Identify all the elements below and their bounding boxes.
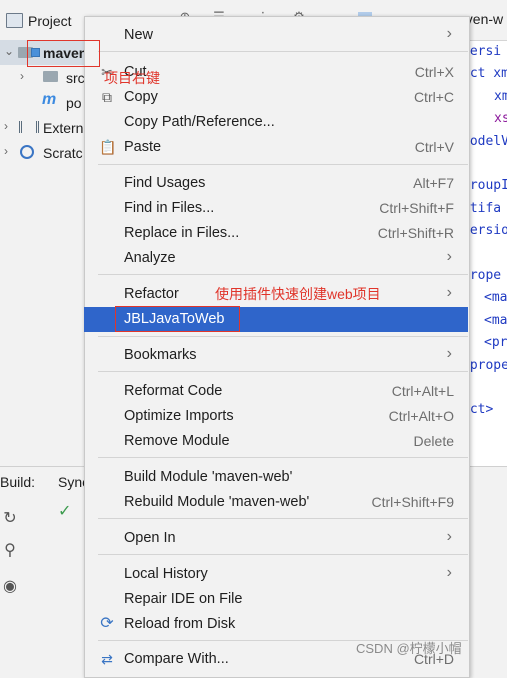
menu-label: Find Usages [124,175,206,191]
menu-label: Refactor [124,286,179,302]
menu-label: Repair IDE on File [124,591,243,607]
menu-item-reformat-code[interactable]: Reformat Code Ctrl+Alt+L [84,379,468,404]
menu-item-remove-module[interactable]: Remove Module Delete [84,429,468,454]
menu-item-new[interactable]: New › [84,23,468,48]
menu-separator [98,51,468,52]
menu-separator [98,336,468,337]
menu-item-bookmarks[interactable]: Bookmarks › [84,343,468,368]
code-line: <ma [484,312,507,328]
project-view-icon [6,13,23,28]
menu-item-find-usages[interactable]: Find Usages Alt+F7 [84,171,468,196]
menu-shortcut: Alt+F7 [413,175,454,191]
submenu-arrow-icon: › [446,345,452,362]
submenu-arrow-icon: › [446,564,452,581]
collapse-arrow-icon[interactable]: › [4,119,8,133]
menu-label: Open In [124,530,176,546]
pin-icon[interactable]: ⚲ [0,540,20,560]
menu-shortcut: Ctrl+X [414,64,454,80]
expand-arrow-icon[interactable]: ⌄ [4,44,14,58]
menu-label: Optimize Imports [124,408,234,424]
menu-shortcut: Delete [413,433,454,449]
collapse-arrow-icon[interactable]: › [4,144,8,158]
menu-item-reload-from-disk[interactable]: ⟳ Reload from Disk [84,612,468,637]
scratches-icon [20,145,34,159]
submenu-arrow-icon: › [446,248,452,265]
code-line: xs [494,111,507,127]
maven-file-icon: m [42,91,57,108]
eye-icon[interactable]: ◉ [0,576,20,596]
menu-item-local-history[interactable]: Local History › [84,562,468,587]
annotation-right-click: 项目右键 [104,70,160,86]
tree-label-scratches: Scratc [43,145,83,161]
code-line: <ma [484,290,507,306]
menu-shortcut: Ctrl+Alt+O [388,408,454,424]
watermark: CSDN @柠檬小帽 [356,641,462,656]
highlight-box-maven [27,40,100,67]
menu-item-copy-path[interactable]: Copy Path/Reference... [84,110,468,135]
menu-label: New [124,27,154,43]
menu-label: Paste [124,139,162,155]
menu-separator [98,371,468,372]
menu-label: Build Module 'maven-web' [124,469,293,485]
menu-label: Compare With... [124,651,229,667]
menu-shortcut: Ctrl+Shift+R [377,225,454,241]
menu-shortcut: Ctrl+C [413,89,454,105]
menu-label: Reload from Disk [124,616,236,632]
menu-separator [98,274,468,275]
menu-label: Replace in Files... [124,225,240,241]
menu-label: Remove Module [124,433,230,449]
menu-separator [98,457,468,458]
menu-item-repair-ide[interactable]: Repair IDE on File [84,587,468,612]
menu-label: Rebuild Module 'maven-web' [124,494,310,510]
menu-label: Find in Files... [124,200,215,216]
tree-label-pom: po [66,95,82,111]
success-check-icon: ✓ [58,503,72,520]
tree-label-external: Extern [43,120,84,136]
reload-icon: ⟳ [100,615,114,632]
submenu-arrow-icon: › [446,25,452,42]
menu-label: Local History [124,566,208,582]
copy-icon: ⧉ [102,89,112,105]
menu-label: Analyze [124,250,176,266]
tree-label-src: src [66,70,85,86]
menu-item-build-module[interactable]: Build Module 'maven-web' [84,465,468,490]
build-panel-label: Build: [0,474,36,490]
menu-shortcut: Ctrl+V [414,139,454,155]
libraries-icon [19,121,39,133]
menu-item-optimize-imports[interactable]: Optimize Imports Ctrl+Alt+O [84,404,468,429]
menu-item-copy[interactable]: ⧉ Copy Ctrl+C [84,85,468,110]
menu-item-analyze[interactable]: Analyze › [84,246,468,271]
rerun-icon[interactable]: ↻ [0,508,20,528]
submenu-arrow-icon: › [446,284,452,301]
menu-item-replace-in-files[interactable]: Replace in Files... Ctrl+Shift+R [84,221,468,246]
menu-label: Reformat Code [124,383,223,399]
menu-label: Bookmarks [124,347,197,363]
collapse-arrow-icon[interactable]: › [20,69,24,83]
code-line: xm [494,88,507,104]
folder-icon [43,71,58,82]
menu-separator [98,554,468,555]
project-panel-title[interactable]: Project [28,13,72,29]
annotation-plugin-note: 使用插件快速创建web项目 [215,286,381,302]
highlight-box-jbljavatoweb [115,306,240,332]
compare-icon: ⇄ [101,651,113,667]
menu-label: Copy Path/Reference... [124,114,275,130]
paste-icon: 📋 [99,139,117,155]
menu-shortcut: Ctrl+Shift+F9 [371,494,454,510]
menu-item-find-in-files[interactable]: Find in Files... Ctrl+Shift+F [84,196,468,221]
menu-separator [98,164,468,165]
code-line: <pr [484,335,507,351]
menu-item-paste[interactable]: 📋 Paste Ctrl+V [84,135,468,160]
submenu-arrow-icon: › [446,528,452,545]
menu-item-rebuild-module[interactable]: Rebuild Module 'maven-web' Ctrl+Shift+F9 [84,490,468,515]
menu-shortcut: Ctrl+Shift+F [379,200,454,216]
menu-shortcut: Ctrl+Alt+L [391,383,454,399]
menu-item-open-in[interactable]: Open In › [84,526,468,551]
menu-label: Copy [124,89,158,105]
menu-separator [98,518,468,519]
